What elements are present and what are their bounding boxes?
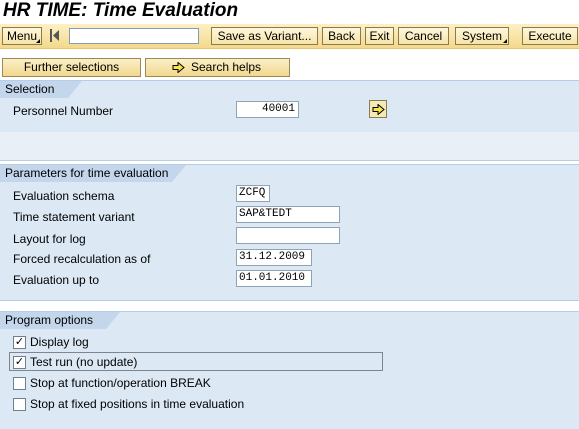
- exit-button[interactable]: Exit: [365, 27, 394, 45]
- arrow-right-icon: [372, 104, 385, 115]
- parameters-group: Parameters for time evaluation Evaluatio…: [0, 164, 579, 301]
- dropdown-caret-icon: [36, 39, 40, 43]
- evaluation-up-to-label: Evaluation up to: [13, 273, 100, 287]
- system-label: System: [461, 29, 502, 43]
- layout-for-log-label: Layout for log: [13, 232, 86, 246]
- system-button[interactable]: System: [455, 27, 509, 45]
- parameters-header: Parameters for time evaluation: [0, 165, 186, 182]
- menu-button-label: Menu: [6, 29, 38, 43]
- exit-label: Exit: [369, 29, 390, 43]
- layout-for-log-input[interactable]: [236, 227, 340, 244]
- forced-recalculation-label: Forced recalculation as of: [13, 252, 151, 266]
- further-selections-button[interactable]: Further selections: [2, 58, 141, 77]
- time-statement-variant-input[interactable]: SAP&TEDT: [236, 206, 340, 223]
- display-log-checkbox[interactable]: ✓: [13, 336, 26, 349]
- evaluation-up-to-input[interactable]: 01.01.2010: [236, 270, 312, 287]
- evaluation-schema-input[interactable]: ZCFQ: [236, 185, 270, 202]
- multiple-selection-button[interactable]: [369, 100, 387, 118]
- save-as-variant-label: Save as Variant...: [217, 29, 312, 43]
- toolbar: Menu Save as Variant... Back Exit Cancel…: [0, 24, 579, 49]
- test-run-label: Test run (no update): [30, 355, 138, 369]
- personnel-number-input[interactable]: 40001: [236, 101, 299, 118]
- execute-label: Execute: [528, 29, 572, 43]
- arrow-right-icon: [172, 62, 185, 73]
- forced-recalculation-input[interactable]: 31.12.2009: [236, 249, 312, 266]
- menu-button[interactable]: Menu: [2, 27, 42, 45]
- cancel-label: Cancel: [404, 29, 443, 43]
- save-as-variant-button[interactable]: Save as Variant...: [211, 27, 318, 45]
- search-helps-button[interactable]: Search helps: [145, 58, 290, 77]
- stop-at-break-checkbox[interactable]: [13, 377, 26, 390]
- page-title: HR TIME: Time Evaluation: [3, 0, 239, 21]
- search-helps-label: Search helps: [191, 60, 262, 74]
- execute-button[interactable]: Execute: [522, 27, 578, 45]
- command-field[interactable]: [69, 28, 199, 44]
- further-selections-label: Further selections: [23, 60, 120, 74]
- selection-buttons-row: Further selections Search helps: [0, 55, 579, 80]
- time-statement-variant-label: Time statement variant: [13, 210, 135, 224]
- stop-at-break-label: Stop at function/operation BREAK: [30, 376, 211, 390]
- cancel-button[interactable]: Cancel: [398, 27, 449, 45]
- selection-header: Selection: [0, 81, 82, 98]
- collapse-toolbar-icon[interactable]: [50, 29, 60, 42]
- personnel-number-label: Personnel Number: [13, 104, 114, 118]
- test-run-checkbox[interactable]: ✓: [13, 356, 26, 369]
- title-bar: HR TIME: Time Evaluation: [0, 0, 579, 24]
- spacer-band: [0, 132, 579, 161]
- selection-group: Selection Personnel Number 40001: [0, 80, 579, 133]
- program-options-group: Program options ✓ Display log ✓ Test run…: [0, 311, 579, 429]
- dropdown-caret-icon: [503, 39, 507, 43]
- back-label: Back: [328, 29, 355, 43]
- stop-at-fixed-positions-checkbox[interactable]: [13, 398, 26, 411]
- program-options-header: Program options: [0, 312, 120, 329]
- display-log-label: Display log: [30, 335, 89, 349]
- evaluation-schema-label: Evaluation schema: [13, 189, 115, 203]
- back-button[interactable]: Back: [322, 27, 361, 45]
- stop-at-fixed-positions-label: Stop at fixed positions in time evaluati…: [30, 397, 245, 411]
